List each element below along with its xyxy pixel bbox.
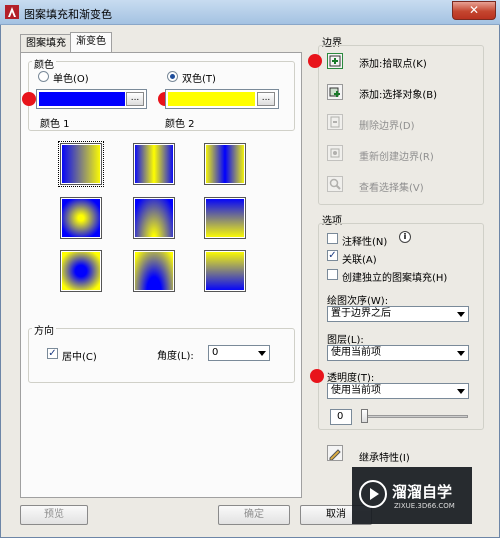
view-selection-icon xyxy=(329,178,341,190)
draw-order-label: 绘图次序(W): xyxy=(327,296,389,307)
close-button[interactable]: ✕ xyxy=(452,1,496,20)
watermark-url: ZIXUE.3D66.COM xyxy=(394,502,455,510)
transparency-select[interactable]: 使用当前项 xyxy=(327,383,469,399)
chevron-down-icon xyxy=(457,389,465,394)
gradient-pattern-hemispherical-inverted[interactable] xyxy=(133,250,175,292)
orientation-group-title: 方向 xyxy=(32,322,56,337)
play-logo-icon xyxy=(359,480,387,508)
color1-browse-button[interactable]: ... xyxy=(126,92,144,106)
gradient-pattern-spherical[interactable] xyxy=(60,197,102,239)
chevron-down-icon xyxy=(457,351,465,356)
color-group-title: 颜色 xyxy=(32,56,56,71)
preview-button[interactable]: 预览 xyxy=(20,505,88,525)
centered-checkbox[interactable]: ✓ xyxy=(47,348,58,359)
remove-boundary-icon xyxy=(330,116,340,128)
recreate-boundary-icon xyxy=(330,148,340,158)
associative-label: 关联(A) xyxy=(342,255,377,266)
single-color-label: 单色(O) xyxy=(53,74,89,85)
transparency-slider-track[interactable] xyxy=(364,415,468,418)
layer-select[interactable]: 使用当前项 xyxy=(327,345,469,361)
separate-hatch-checkbox[interactable] xyxy=(327,269,338,280)
draw-order-value: 置于边界之后 xyxy=(331,308,391,319)
chevron-down-icon xyxy=(258,351,266,356)
gradient-pattern-curved[interactable] xyxy=(204,197,246,239)
select-objects-button[interactable] xyxy=(327,84,343,100)
remove-boundary-button[interactable] xyxy=(327,114,343,130)
window-title: 图案填充和渐变色 xyxy=(24,8,112,21)
pick-point-label[interactable]: 添加:拾取点(K) xyxy=(359,55,427,70)
watermark-brand: 溜溜自学 xyxy=(392,483,453,501)
angle-value: 0 xyxy=(212,347,219,358)
ok-button[interactable]: 确定 xyxy=(218,505,290,525)
select-objects-icon xyxy=(329,87,340,97)
transparency-number-field[interactable]: 0 xyxy=(330,409,352,425)
marker-dot xyxy=(22,92,36,106)
color2-field[interactable]: ... xyxy=(165,89,279,109)
gradient-pattern-curved-inverted[interactable] xyxy=(204,250,246,292)
autocad-app-icon xyxy=(5,5,19,19)
color1-label: 颜色 1 xyxy=(40,119,70,130)
centered-label: 居中(C) xyxy=(62,352,97,363)
color2-swatch xyxy=(168,92,255,106)
inherit-properties-icon xyxy=(329,449,341,461)
marker-dot xyxy=(308,54,322,68)
single-color-radio[interactable] xyxy=(38,71,49,82)
pick-point-button[interactable] xyxy=(327,53,343,69)
inherit-properties-button[interactable] xyxy=(327,445,343,461)
info-icon[interactable]: i xyxy=(399,231,411,243)
transparency-slider-thumb[interactable] xyxy=(361,409,368,423)
two-color-radio[interactable] xyxy=(167,71,178,82)
watermark-logo: 溜溜自学 ZIXUE.3D66.COM xyxy=(352,467,472,524)
two-color-label: 双色(T) xyxy=(182,74,216,85)
recreate-boundary-button[interactable] xyxy=(327,145,343,161)
view-selection-button[interactable] xyxy=(327,176,343,192)
draw-order-select[interactable]: 置于边界之后 xyxy=(327,306,469,322)
color1-field[interactable]: ... xyxy=(36,89,147,109)
marker-dot xyxy=(310,369,324,383)
transparency-value: 使用当前项 xyxy=(331,385,381,396)
gradient-pattern-hemispherical[interactable] xyxy=(133,197,175,239)
annotative-checkbox[interactable] xyxy=(327,233,338,244)
gradient-pattern-linear[interactable] xyxy=(58,141,104,187)
layer-label: 图层(L): xyxy=(327,335,364,346)
inherit-properties-label[interactable]: 继承特性(I) xyxy=(359,449,410,464)
view-selection-label[interactable]: 查看选择集(V) xyxy=(359,179,424,194)
recreate-boundary-label[interactable]: 重新创建边界(R) xyxy=(359,148,434,163)
angle-label: 角度(L): xyxy=(157,351,194,362)
associative-checkbox[interactable]: ✓ xyxy=(327,250,338,261)
chevron-down-icon xyxy=(457,312,465,317)
tab-gradient[interactable]: 渐变色 xyxy=(70,32,112,53)
gradient-pattern-linear-symmetric[interactable] xyxy=(133,143,175,185)
pick-point-icon xyxy=(329,55,341,67)
select-objects-label[interactable]: 添加:选择对象(B) xyxy=(359,86,437,101)
color2-browse-button[interactable]: ... xyxy=(257,92,275,106)
separate-hatch-label: 创建独立的图案填充(H) xyxy=(342,273,448,284)
layer-value: 使用当前项 xyxy=(331,347,381,358)
remove-boundary-label[interactable]: 删除边界(D) xyxy=(359,117,415,132)
gradient-pattern-spherical-inverted[interactable] xyxy=(60,250,102,292)
color2-label: 颜色 2 xyxy=(165,119,195,130)
tab-hatch[interactable]: 图案填充 xyxy=(20,34,72,52)
transparency-label: 透明度(T): xyxy=(327,373,375,384)
gradient-pattern-linear-inverted[interactable] xyxy=(204,143,246,185)
angle-select[interactable]: 0 xyxy=(208,345,270,361)
annotative-label: 注释性(N) xyxy=(342,237,388,248)
color1-swatch xyxy=(39,92,125,106)
